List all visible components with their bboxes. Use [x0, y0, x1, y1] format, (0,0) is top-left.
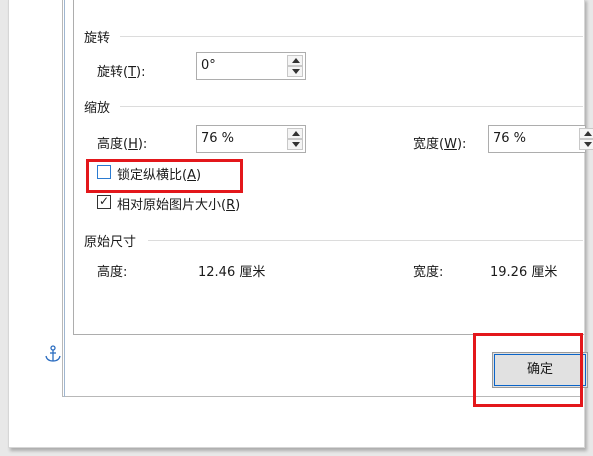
- scale-height-input[interactable]: 76 %: [201, 131, 234, 146]
- arrow-up-icon: [584, 131, 592, 136]
- scale-width-increment-button[interactable]: [579, 128, 593, 139]
- scale-width-decrement-button[interactable]: [579, 139, 593, 150]
- rotation-section-title: 旋转: [84, 31, 111, 46]
- highlight-box-ok-button: [473, 333, 583, 407]
- page-margin-rule: [62, 0, 63, 396]
- dialog-edge: [64, 0, 65, 397]
- rotation-label: 旋转(T):: [97, 65, 146, 80]
- relative-size-checkbox[interactable]: ✓: [97, 194, 111, 209]
- scale-height-decrement-button[interactable]: [287, 139, 303, 150]
- original-height-label: 高度:: [97, 265, 128, 280]
- rotation-input[interactable]: 0°: [201, 58, 216, 73]
- scale-section-title: 缩放: [84, 101, 111, 116]
- rotation-increment-button[interactable]: [287, 55, 303, 66]
- scale-width-spinner[interactable]: 76 %: [488, 125, 593, 153]
- arrow-up-icon: [292, 58, 300, 63]
- original-size-section-rule: [148, 240, 583, 241]
- anchor-icon: [45, 345, 61, 362]
- relative-size-label[interactable]: 相对原始图片大小(R): [117, 194, 240, 213]
- original-size-section-title: 原始尺寸: [84, 235, 137, 250]
- scale-section-rule: [120, 106, 583, 107]
- highlight-box-lock-aspect: [86, 159, 243, 193]
- scale-height-increment-button[interactable]: [287, 128, 303, 139]
- rotation-section-rule: [120, 36, 583, 37]
- rotation-spinner[interactable]: 0°: [196, 52, 306, 80]
- original-width-value: 19.26 厘米: [490, 265, 558, 280]
- arrow-down-icon: [292, 69, 300, 74]
- rotation-decrement-button[interactable]: [287, 66, 303, 77]
- arrow-down-icon: [292, 142, 300, 147]
- checkmark-icon: ✓: [99, 194, 110, 208]
- scale-width-input[interactable]: 76 %: [493, 131, 526, 146]
- arrow-down-icon: [584, 142, 592, 147]
- scale-height-spinner[interactable]: 76 %: [196, 125, 306, 153]
- original-height-value: 12.46 厘米: [198, 265, 266, 280]
- arrow-up-icon: [292, 131, 300, 136]
- original-width-label: 宽度:: [413, 265, 444, 280]
- scale-height-label: 高度(H):: [97, 137, 148, 152]
- scale-width-label: 宽度(W):: [413, 137, 467, 152]
